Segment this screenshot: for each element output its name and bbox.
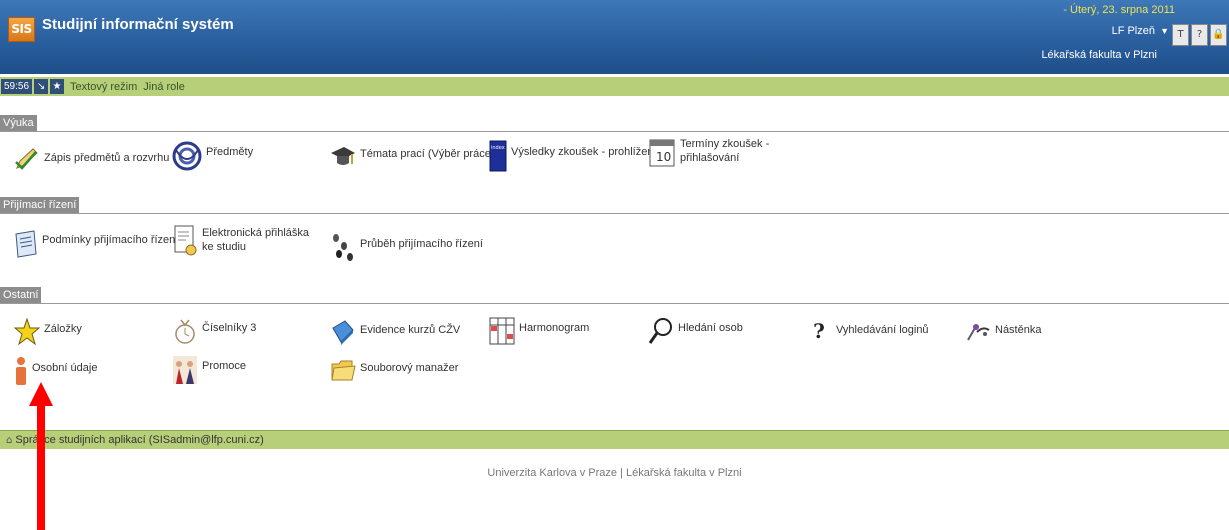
calendar-icon: 10 <box>648 137 676 169</box>
pencil-check-icon <box>14 146 40 172</box>
numbers-icon <box>172 316 198 346</box>
menu-item-ciselniky[interactable]: Číselníky 3 <box>172 316 256 346</box>
current-date: - Úterý, 23. srpna 2011 <box>1063 4 1175 16</box>
menu-item-predmety[interactable]: Předměty <box>172 140 253 172</box>
menu-item-prubeh-prijimaciho-rizeni[interactable]: Průběh přijímacího řízení <box>330 232 483 262</box>
home-icon: ⌂ <box>6 435 13 446</box>
chevron-down-icon[interactable]: ▼ <box>1160 26 1169 36</box>
section-label-vyuka: Výuka <box>0 115 37 132</box>
session-timer: 59:56 <box>1 79 33 94</box>
divider <box>0 303 1229 304</box>
menu-item-zapis-predmetu[interactable]: Zápis předmětů a rozvrhu <box>14 146 169 172</box>
section-label-prijimaci-rizeni: Přijímací řízení <box>0 197 80 214</box>
help-icon[interactable]: ? <box>1191 24 1208 46</box>
menu-item-terminy-zkousek[interactable]: 10 Termíny zkoušek - přihlašování <box>648 137 788 169</box>
footsteps-icon <box>330 232 356 262</box>
pin-board-icon <box>965 318 991 344</box>
graduation-cap-icon <box>330 142 356 172</box>
svg-text:index: index <box>491 145 505 151</box>
text-mode-link[interactable]: Textový režim <box>70 81 137 93</box>
footer-university: Univerzita Karlova v Praze | Lékařská fa… <box>487 467 742 479</box>
menu-item-vysledky-zkousek[interactable]: index Výsledky zkoušek - prohlížení <box>489 140 657 172</box>
lock-icon[interactable]: 🔒 <box>1210 24 1227 46</box>
book-icon <box>330 318 356 346</box>
index-book-icon: index <box>489 140 507 172</box>
sis-logo[interactable]: SIS <box>8 17 35 42</box>
svg-text:10: 10 <box>656 150 671 164</box>
star-icon[interactable]: ★ <box>50 79 65 94</box>
menu-item-evidence-kurzu[interactable]: Evidence kurzů CŽV <box>330 318 460 346</box>
divider <box>0 131 1229 132</box>
question-icon: ? <box>813 319 825 343</box>
application-form-icon <box>172 224 198 258</box>
magnifier-icon <box>648 316 674 346</box>
text-mode-icon[interactable]: T <box>1172 24 1189 46</box>
menu-item-nastenka[interactable]: Nástěnka <box>965 318 1041 344</box>
divider <box>0 213 1229 214</box>
menu-item-elektronicka-prihlaska[interactable]: Elektronická přihláška ke studiu <box>172 224 322 258</box>
menu-item-osobni-udaje[interactable]: Osobní údaje <box>14 356 97 386</box>
schedule-icon <box>489 316 515 346</box>
menu-item-harmonogram[interactable]: Harmonogram <box>489 316 589 346</box>
menu-item-souborovy-manazer[interactable]: Souborový manažer <box>330 356 458 384</box>
menu-item-vyhledavani-loginu[interactable]: ? Vyhledávání loginů <box>806 318 928 344</box>
header-icon-group: T ? 🔒 <box>1172 24 1227 46</box>
knot-icon <box>172 140 202 172</box>
clipboard-icon <box>12 228 38 258</box>
star-icon <box>14 317 40 347</box>
app-header: SIS Studijní informační systém - Úterý, … <box>0 0 1229 74</box>
folder-icon <box>330 356 356 384</box>
other-role-link[interactable]: Jiná role <box>143 81 185 93</box>
faculty-selector[interactable]: LF Plzeň <box>1112 25 1155 37</box>
menu-item-podminky-prijimaciho-rizeni[interactable]: Podmínky přijímacího řízení <box>12 228 178 258</box>
person-icon <box>14 356 28 386</box>
menu-item-temata-praci[interactable]: Témata prací (Výběr práce) <box>330 142 495 172</box>
menu-item-zalozky[interactable]: Záložky <box>14 317 82 347</box>
menu-item-hledani-osob[interactable]: Hledání osob <box>648 316 743 346</box>
toolbar: 59:56 ↘ ★ Textový režim Jiná role <box>0 77 1229 96</box>
graduation-ceremony-icon <box>172 354 198 386</box>
faculty-name: Lékařská fakulta v Plzni <box>1041 49 1157 61</box>
app-title[interactable]: Studijní informační systém <box>42 16 234 33</box>
section-label-ostatni: Ostatní <box>0 287 42 304</box>
arrow-icon[interactable]: ↘ <box>34 79 49 94</box>
menu-item-promoce[interactable]: Promoce <box>172 354 246 386</box>
red-arrow-annotation <box>29 382 53 530</box>
footer-admin-bar: ⌂ Správce studijních aplikací (SISadmin@… <box>0 430 1229 449</box>
